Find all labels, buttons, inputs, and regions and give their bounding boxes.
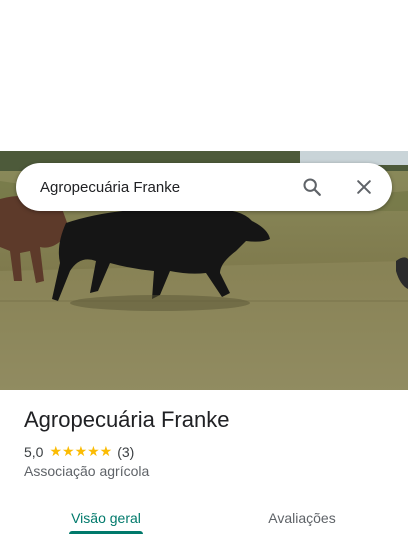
search-bar[interactable]: Agropecuária Franke bbox=[16, 163, 392, 211]
star-rating-icon: ★★★★★ bbox=[49, 443, 113, 459]
close-icon bbox=[357, 180, 371, 194]
tab-reviews[interactable]: Avaliações bbox=[244, 494, 360, 542]
place-category[interactable]: Associação agrícola bbox=[24, 463, 149, 479]
close-button[interactable] bbox=[344, 167, 384, 207]
place-title: Agropecuária Franke bbox=[24, 407, 230, 432]
search-input[interactable]: Agropecuária Franke bbox=[40, 179, 292, 196]
search-button[interactable] bbox=[292, 167, 332, 207]
search-icon bbox=[303, 178, 321, 196]
review-count[interactable]: (3) bbox=[117, 444, 134, 460]
rating-value: 5,0 bbox=[24, 443, 44, 460]
tab-overview[interactable]: Visão geral bbox=[48, 494, 164, 542]
rating-row[interactable]: 5,0 ★★★★★ (3) bbox=[24, 443, 134, 460]
place-tabs: Visão geral Avaliações bbox=[0, 494, 408, 542]
selected-tab-indicator bbox=[69, 531, 143, 534]
